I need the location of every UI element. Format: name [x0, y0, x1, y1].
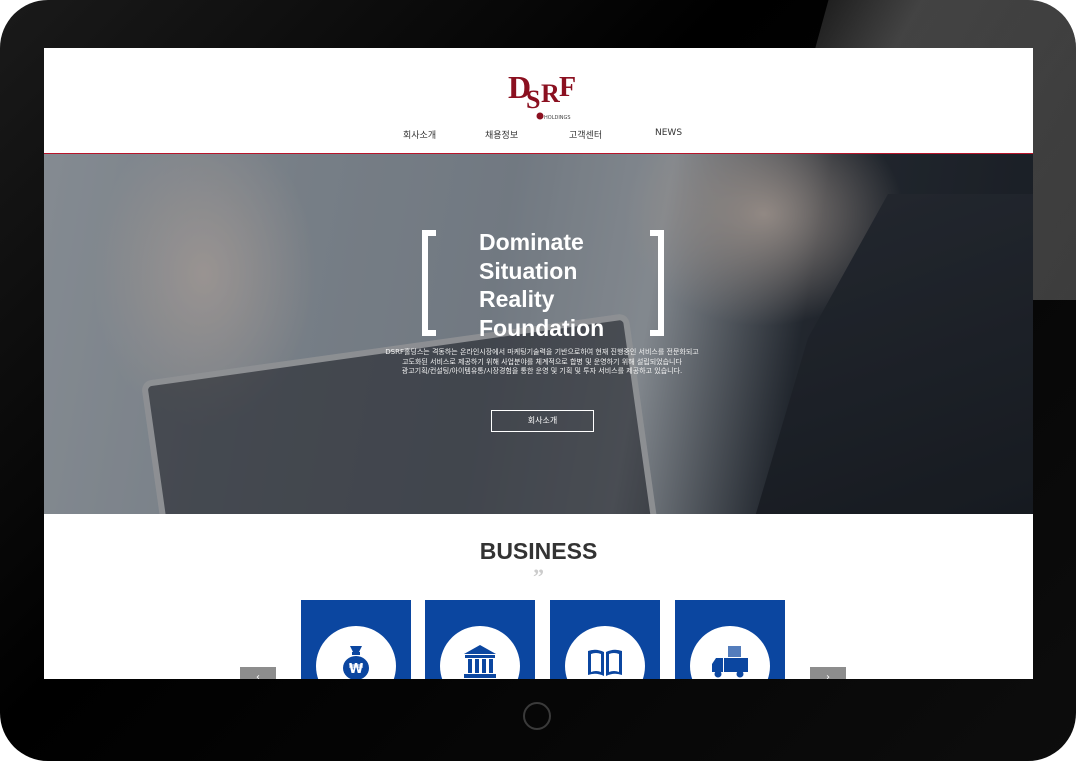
business-card-finance[interactable]: ₩ — [301, 600, 411, 679]
hero-description-line-1: DSRF홀딩스는 격동하는 온라인시장에서 마케팅기술력을 기반으로하여 현재 … — [385, 348, 699, 356]
main-nav: 회사소개 채용정보 고객센터 NEWS — [44, 128, 1033, 148]
business-card-bank[interactable] — [425, 600, 535, 679]
headline-line-1: Dominate — [479, 229, 584, 255]
carousel-prev-button[interactable]: ‹ — [240, 667, 276, 679]
nav-item-news[interactable]: NEWS — [655, 128, 682, 138]
left-bracket-icon — [422, 230, 436, 336]
dsrf-logo[interactable]: D S R F HOLDINGS — [507, 68, 579, 124]
headline-line-4: Foundation — [479, 314, 605, 341]
quote-mark-icon: ” — [533, 564, 544, 589]
tablet-device-frame: D S R F HOLDINGS 회사소개 채용정보 고객센터 NEWS Dom… — [0, 0, 1076, 761]
business-card-logistics[interactable] — [675, 600, 785, 679]
svg-text:₩: ₩ — [349, 662, 364, 677]
carousel-next-button[interactable]: › — [810, 667, 846, 679]
hero-banner: Dominate Situation Reality Foundation DS… — [44, 154, 1033, 514]
delivery-truck-icon — [712, 646, 748, 678]
svg-text:F: F — [559, 72, 576, 103]
logo-subtitle: HOLDINGS — [544, 115, 571, 121]
nav-item-careers[interactable]: 채용정보 — [485, 128, 518, 141]
money-bag-icon: ₩ — [343, 646, 369, 679]
book-icon — [588, 649, 622, 676]
right-bracket-icon — [650, 230, 664, 336]
headline-line-2: Situation — [479, 257, 578, 284]
hero-headline: Dominate Situation Reality Foundation — [479, 228, 604, 342]
hero-description-line-3: 광고기획/컨설팅/아이템유통/시장경험을 통한 운영 및 기획 및 투자 서비스… — [401, 367, 683, 375]
svg-text:R: R — [541, 79, 560, 108]
card-icon-circle — [440, 626, 520, 679]
business-card-education[interactable] — [550, 600, 660, 679]
bank-icon — [464, 645, 496, 678]
nav-item-company[interactable]: 회사소개 — [403, 128, 436, 141]
card-icon-circle — [690, 626, 770, 679]
card-icon-circle: ₩ — [316, 626, 396, 679]
dsrf-logo-icon: D S R F HOLDINGS — [508, 69, 576, 121]
tablet-screen: D S R F HOLDINGS 회사소개 채용정보 고객센터 NEWS Dom… — [44, 48, 1033, 679]
device-home-button[interactable] — [523, 702, 551, 730]
hero-description: DSRF홀딩스는 격동하는 온라인시장에서 마케팅기술력을 기반으로하여 현재 … — [344, 348, 740, 377]
card-icon-circle — [565, 626, 645, 679]
company-intro-button[interactable]: 회사소개 — [491, 410, 594, 432]
hero-description-line-2: 고도화된 서비스로 제공하기 위해 사업분야를 체계적으로 합병 및 운영하기 … — [402, 357, 682, 366]
nav-item-customer-center[interactable]: 고객센터 — [569, 128, 602, 141]
site-header: D S R F HOLDINGS 회사소개 채용정보 고객센터 NEWS — [44, 48, 1033, 154]
business-title: BUSINESS — [479, 538, 598, 564]
business-section: BUSINESS ” ‹ ₩ › — [44, 514, 1033, 679]
headline-line-3: Reality — [479, 286, 555, 312]
svg-text:S: S — [526, 85, 540, 114]
